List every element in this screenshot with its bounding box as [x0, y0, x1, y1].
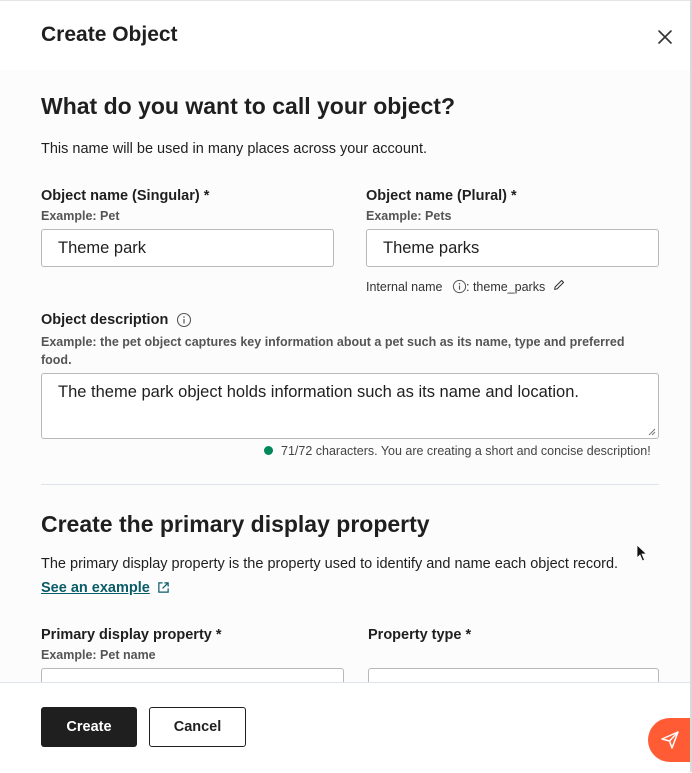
info-icon[interactable]: [452, 279, 467, 294]
singular-name-hint: Example: Pet: [41, 209, 120, 223]
cancel-button[interactable]: Cancel: [149, 707, 246, 747]
plural-name-label: Object name (Plural) *: [366, 188, 517, 204]
internal-name-value: : theme_parks: [466, 280, 546, 294]
display-property-heading: Create the primary display property: [41, 511, 430, 537]
primary-display-label: Primary display property *: [41, 627, 222, 643]
external-link-icon[interactable]: [157, 581, 170, 594]
info-icon[interactable]: [176, 312, 192, 328]
display-property-description: The primary display property is the prop…: [41, 556, 619, 572]
property-type-label: Property type *: [368, 627, 472, 643]
pencil-icon[interactable]: [552, 278, 566, 292]
feedback-button[interactable]: [648, 718, 692, 762]
send-icon: [661, 731, 679, 749]
primary-display-hint: Example: Pet name: [41, 648, 156, 662]
create-object-modal: Create Object What do you want to call y…: [0, 0, 692, 773]
object-description-hint: Example: the pet object captures key inf…: [41, 335, 625, 367]
plural-name-hint: Example: Pets: [366, 209, 452, 223]
modal-footer: Create Cancel: [0, 682, 690, 773]
singular-name-input[interactable]: Theme park: [41, 229, 334, 267]
singular-name-label: Object name (Singular) *: [41, 188, 210, 204]
naming-heading: What do you want to call your object?: [41, 93, 456, 119]
modal-title: Create Object: [41, 23, 178, 46]
mouse-cursor-icon: [636, 544, 648, 562]
naming-description: This name will be used in many places ac…: [41, 141, 428, 157]
success-dot: [264, 446, 273, 455]
close-button[interactable]: [653, 25, 677, 49]
close-icon: [658, 30, 672, 44]
object-description-value: The theme park object holds information …: [58, 383, 579, 401]
modal-body[interactable]: What do you want to call your object? Th…: [0, 70, 690, 682]
object-description-textarea[interactable]: The theme park object holds information …: [41, 373, 659, 439]
object-description-label: Object description: [41, 312, 169, 328]
description-char-status: 71/72 characters. You are creating a sho…: [281, 444, 651, 458]
section-divider: [41, 484, 659, 485]
plural-name-input[interactable]: Theme parks: [366, 229, 659, 267]
modal-header: Create Object: [0, 0, 690, 71]
internal-name-label: Internal name: [366, 280, 443, 294]
create-button[interactable]: Create: [41, 707, 137, 747]
property-type-select[interactable]: [368, 668, 659, 682]
see-example-link[interactable]: See an example: [41, 580, 150, 596]
resize-handle-icon[interactable]: [648, 428, 656, 436]
primary-display-input[interactable]: [41, 668, 344, 682]
